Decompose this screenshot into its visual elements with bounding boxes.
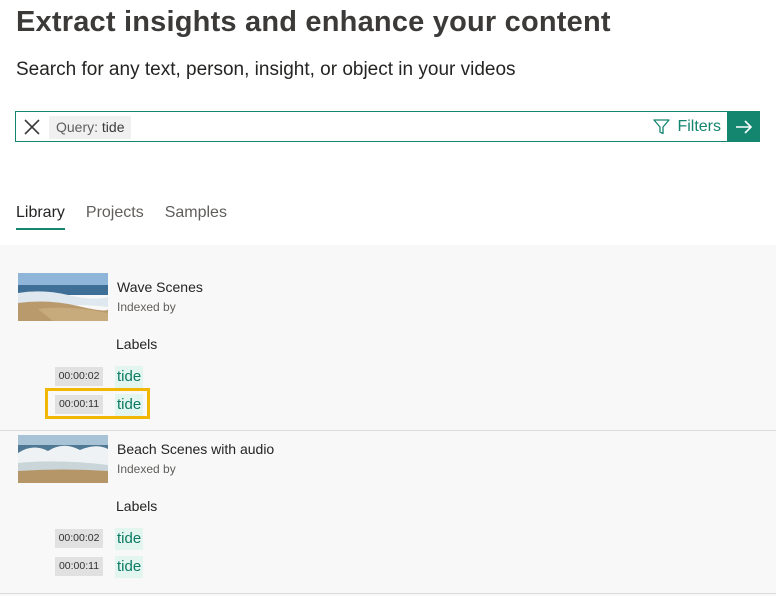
video-result: Beach Scenes with audio Indexed by Label… [0, 431, 776, 594]
video-result: Wave Scenes Indexed by Labels 00:00:02 t… [0, 245, 776, 431]
video-title[interactable]: Beach Scenes with audio [117, 441, 274, 457]
video-title[interactable]: Wave Scenes [117, 279, 203, 295]
filter-icon [653, 118, 671, 134]
video-thumbnail[interactable] [18, 273, 108, 321]
query-key: Query: [56, 119, 99, 135]
label-tag[interactable]: tide [115, 556, 144, 578]
search-bar[interactable]: Query: tide Filters [15, 111, 760, 142]
label-tag[interactable]: tide [115, 366, 144, 388]
labels-heading: Labels [116, 336, 158, 352]
timestamp-badge[interactable]: 00:00:02 [55, 367, 103, 386]
tab-library[interactable]: Library [16, 204, 65, 230]
tab-samples[interactable]: Samples [165, 204, 227, 230]
timestamp-badge[interactable]: 00:00:11 [55, 557, 103, 576]
search-submit-button[interactable] [727, 111, 760, 142]
query-value: tide [101, 119, 125, 135]
query-chip[interactable]: Query: tide [49, 116, 132, 139]
arrow-right-icon [735, 119, 752, 134]
filters-button[interactable]: Filters [653, 112, 721, 141]
timestamp-badge[interactable]: 00:00:02 [55, 529, 103, 548]
tab-projects[interactable]: Projects [86, 204, 144, 230]
results-list: Wave Scenes Indexed by Labels 00:00:02 t… [0, 245, 776, 596]
video-thumbnail[interactable] [18, 435, 108, 483]
video-subtitle: Indexed by [117, 300, 176, 314]
page-title: Extract insights and enhance your conten… [16, 6, 611, 38]
labels-heading: Labels [116, 498, 158, 514]
label-tag[interactable]: tide [115, 528, 144, 550]
tab-bar: Library Projects Samples [16, 204, 248, 230]
close-icon[interactable] [22, 117, 42, 137]
video-subtitle: Indexed by [117, 462, 176, 476]
filters-label: Filters [677, 118, 721, 135]
page-subtitle: Search for any text, person, insight, or… [16, 59, 516, 80]
timestamp-badge[interactable]: 00:00:11 [55, 395, 103, 414]
label-tag[interactable]: tide [115, 394, 144, 416]
